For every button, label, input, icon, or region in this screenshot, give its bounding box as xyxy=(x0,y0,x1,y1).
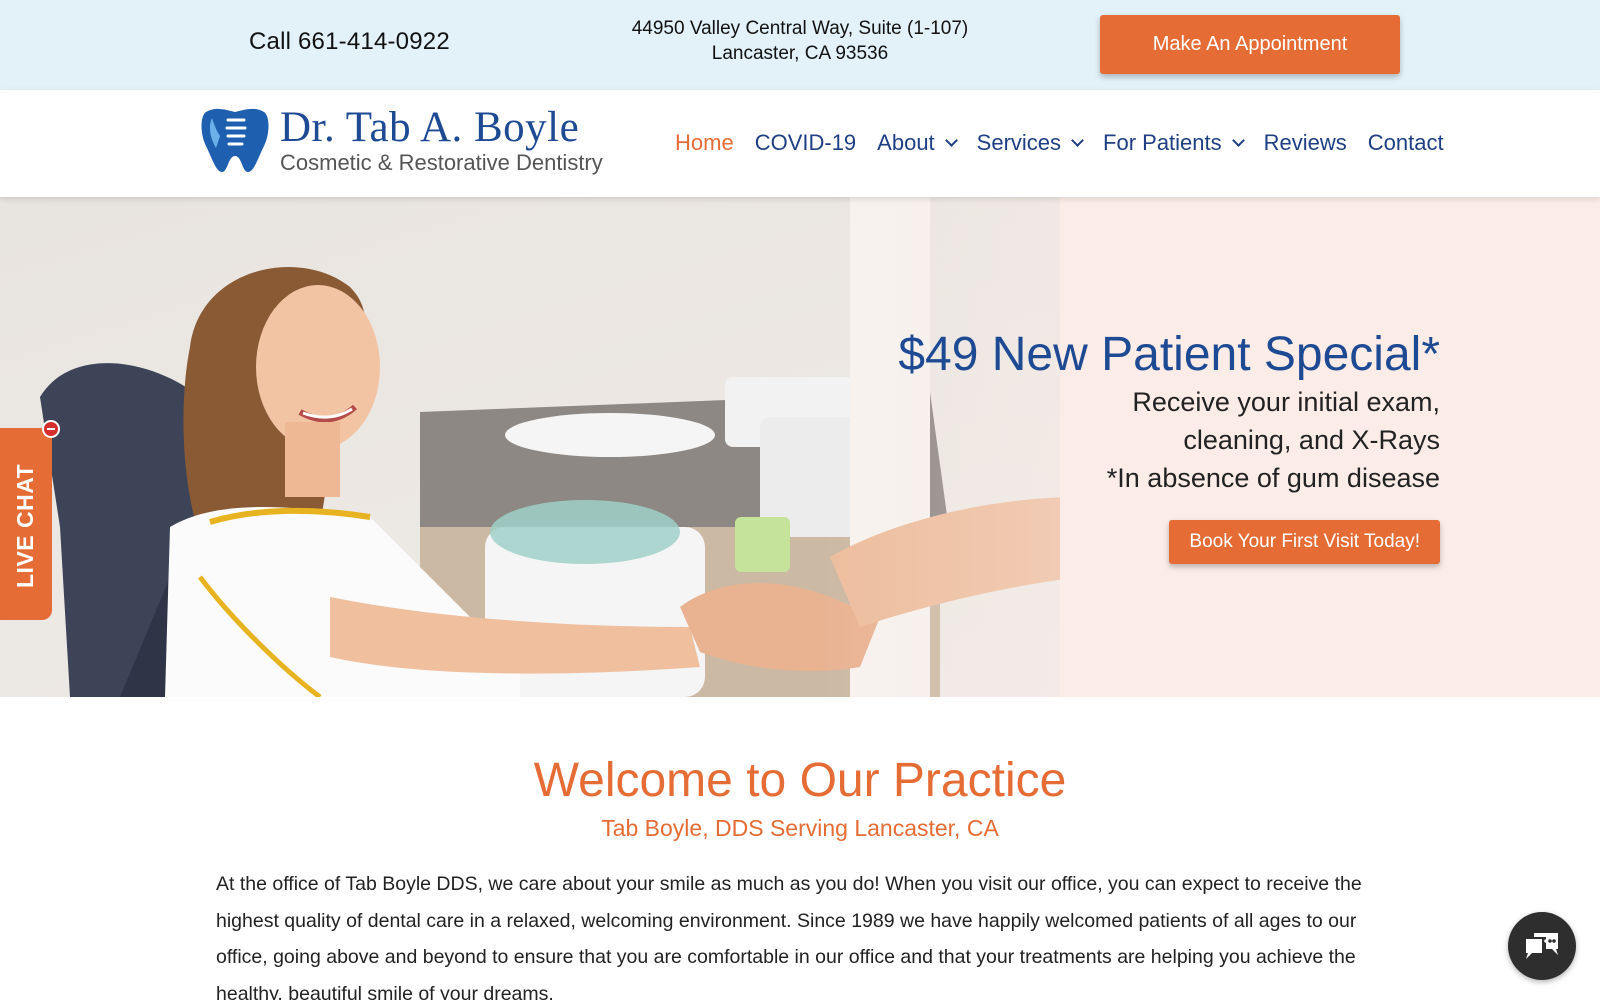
nav-home-label: Home xyxy=(675,130,734,155)
nav-covid-19[interactable]: COVID-19 xyxy=(755,130,856,156)
make-appointment-button[interactable]: Make An Appointment xyxy=(1100,15,1400,74)
book-first-visit-button[interactable]: Book Your First Visit Today! xyxy=(1169,520,1440,564)
address: 44950 Valley Central Way, Suite (1-107) … xyxy=(600,16,1000,66)
promo-line: Receive your initial exam, xyxy=(1132,387,1440,417)
nav-contact[interactable]: Contact xyxy=(1368,130,1444,156)
nav-services[interactable]: Services xyxy=(976,130,1084,156)
top-info-bar: Call 661-414-0922 44950 Valley Central W… xyxy=(0,0,1600,90)
nav-for-patients[interactable]: For Patients xyxy=(1103,130,1245,156)
nav-contact-label: Contact xyxy=(1367,130,1444,155)
chevron-down-icon xyxy=(1071,134,1084,147)
welcome-subtitle: Tab Boyle, DDS Serving Lancaster, CA xyxy=(601,815,999,841)
live-chat-tab[interactable]: LIVE CHAT xyxy=(0,428,52,620)
notification-badge-icon xyxy=(42,420,60,438)
nav-reviews-label: Reviews xyxy=(1263,130,1347,155)
nav-for-patients-label: For Patients xyxy=(1103,130,1222,155)
address-line-1: 44950 Valley Central Way, Suite (1-107) xyxy=(631,18,969,39)
logo-text: Dr. Tab A. Boyle Cosmetic & Restorative … xyxy=(280,106,603,176)
nav-about[interactable]: About xyxy=(877,130,958,156)
nav-services-label: Services xyxy=(976,130,1062,155)
welcome-title: Welcome to Our Practice xyxy=(533,754,1067,807)
promo-disclaimer: *In absence of gum disease xyxy=(1106,463,1440,493)
nav-covid-19-label: COVID-19 xyxy=(754,130,857,155)
phone-link[interactable]: Call 661-414-0922 xyxy=(249,28,450,56)
logo-name: Dr. Tab A. Boyle xyxy=(280,104,580,151)
tooth-icon xyxy=(201,108,269,172)
logo-tagline: Cosmetic & Restorative Dentistry xyxy=(280,150,603,175)
hero-banner: $49 New Patient Special* Receive your in… xyxy=(0,197,1600,697)
chevron-down-icon xyxy=(944,134,958,147)
promo-line: cleaning, and X-Rays xyxy=(1183,425,1440,455)
promo-title: $49 New Patient Special* xyxy=(898,328,1440,381)
main-nav: Home COVID-19 About Services For Patient… xyxy=(675,130,1465,156)
nav-reviews[interactable]: Reviews xyxy=(1264,130,1347,156)
live-chat-label: LIVE CHAT xyxy=(12,463,38,588)
logo[interactable]: Dr. Tab A. Boyle Cosmetic & Restorative … xyxy=(198,106,603,176)
chevron-down-icon xyxy=(1231,134,1245,147)
site-header: Dr. Tab A. Boyle Cosmetic & Restorative … xyxy=(0,90,1600,197)
chat-bubble-icon xyxy=(1526,933,1558,959)
welcome-body: At the office of Tab Boyle DDS, we care … xyxy=(216,873,1362,1000)
chat-bubble-button[interactable] xyxy=(1508,912,1576,980)
nav-home[interactable]: Home xyxy=(675,130,734,156)
nav-about-label: About xyxy=(877,130,935,155)
promo-block: $49 New Patient Special* Receive your in… xyxy=(740,327,1440,564)
address-line-2: Lancaster, CA 93536 xyxy=(711,43,889,64)
